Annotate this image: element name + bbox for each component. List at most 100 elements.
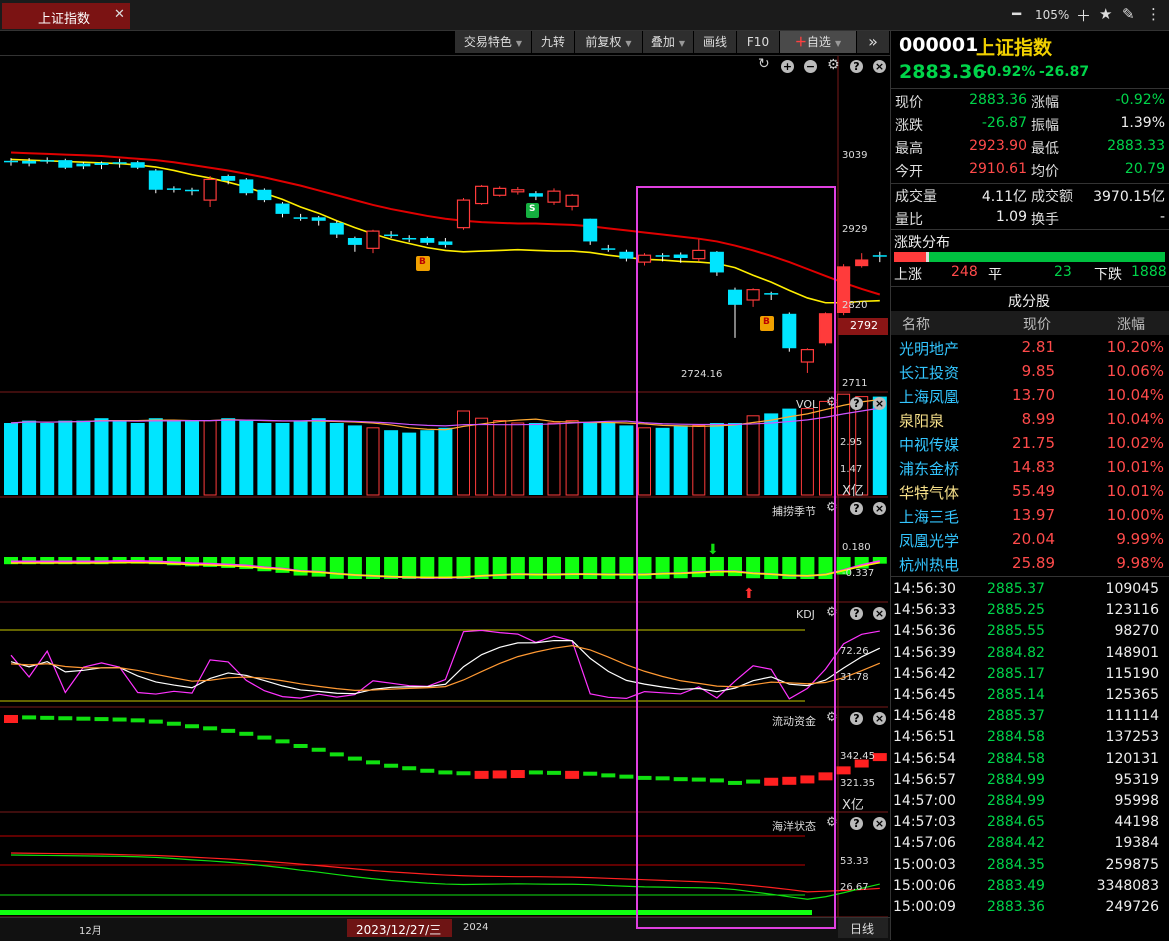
- stock-price: 8.99: [1021, 410, 1055, 428]
- refresh-icon[interactable]: ↻: [758, 56, 770, 72]
- zoom-in-chart-icon[interactable]: +: [781, 60, 794, 73]
- stock-pct: 10.20%: [1106, 338, 1164, 356]
- close-panel-icon[interactable]: ×: [873, 502, 886, 515]
- liquidity-bar-down: [22, 715, 37, 720]
- candle-body-up: [511, 189, 525, 193]
- stock-pct: 10.04%: [1106, 410, 1164, 428]
- adjust-button[interactable]: 前复权 ▼: [575, 31, 643, 53]
- field-label: 振幅: [1031, 118, 1059, 134]
- period-selector[interactable]: 日线: [838, 918, 888, 938]
- close-panel-icon[interactable]: ×: [873, 397, 886, 410]
- liquidity-bar-down: [203, 726, 218, 731]
- bushao-bar-down: [619, 557, 634, 579]
- help-icon[interactable]: ?: [850, 817, 863, 830]
- tick-price: 2885.14: [987, 687, 1045, 703]
- candle-body-down: [583, 218, 598, 242]
- constituent-row[interactable]: 杭州热电 25.89 9.98%: [891, 552, 1169, 575]
- volume-bar-down: [22, 420, 37, 495]
- help-icon[interactable]: ?: [850, 712, 863, 725]
- draw-line-button[interactable]: 画线: [694, 31, 737, 53]
- favorite-star-icon[interactable]: ★: [1099, 5, 1112, 23]
- constituent-row[interactable]: 中视传媒 21.75 10.02%: [891, 432, 1169, 455]
- stock-name: 华特气体: [899, 484, 960, 502]
- close-tab-icon[interactable]: ✕: [114, 7, 125, 22]
- stock-name: 凤凰光学: [899, 532, 960, 550]
- zoom-out-icon[interactable]: ━: [1012, 5, 1021, 23]
- tick-row: 15:00:06 2883.49 3348083: [891, 877, 1169, 898]
- stock-name: 上证指数: [976, 37, 1053, 59]
- overlay-button[interactable]: 叠加 ▼: [643, 31, 694, 53]
- tick-row: 14:56:51 2884.58 137253: [891, 728, 1169, 749]
- candle-body-down: [130, 162, 145, 168]
- tick-time: 14:57:03: [893, 814, 956, 831]
- liquidity-bar-down: [112, 717, 127, 722]
- constituent-row[interactable]: 长江投资 9.85 10.06%: [891, 360, 1169, 383]
- constituent-row[interactable]: 凤凰光学 20.04 9.99%: [891, 528, 1169, 551]
- liquidity-unit: X亿: [842, 798, 864, 813]
- tick-price: 2885.25: [987, 602, 1045, 619]
- tick-time: 14:56:42: [893, 665, 956, 682]
- menu-more-icon[interactable]: ⋮: [1146, 5, 1161, 23]
- zoom-in-icon[interactable]: ＋: [1076, 5, 1091, 26]
- liquidity-bar-down: [528, 770, 543, 775]
- pen-icon[interactable]: ✎: [1122, 5, 1135, 23]
- constituent-row[interactable]: 华特气体 55.49 10.01%: [891, 480, 1169, 503]
- tick-row: 14:56:36 2885.55 98270: [891, 622, 1169, 643]
- trade-feature-button[interactable]: 交易特色 ▼: [455, 31, 532, 53]
- stock-pct: 9.98%: [1116, 554, 1164, 572]
- field-label: 涨跌: [895, 118, 923, 134]
- current-price-tag: 2792: [838, 318, 888, 335]
- tick-price: 2883.49: [987, 877, 1045, 894]
- tick-price: 2884.82: [987, 644, 1045, 661]
- constituent-row[interactable]: 浦东金桥 14.83 10.01%: [891, 456, 1169, 479]
- nine-turn-button[interactable]: 九转: [532, 31, 575, 53]
- close-panel-icon[interactable]: ×: [873, 607, 886, 620]
- col-name[interactable]: 名称: [902, 314, 930, 334]
- close-panel-icon[interactable]: ×: [873, 817, 886, 830]
- field-value: 2910.61: [969, 161, 1027, 177]
- col-pct[interactable]: 涨幅: [1117, 314, 1145, 334]
- col-price[interactable]: 现价: [1023, 314, 1051, 334]
- stock-name: 浦东金桥: [899, 460, 960, 478]
- bushao-bar-down: [456, 557, 471, 579]
- constituent-row[interactable]: 泉阳泉 8.99 10.04%: [891, 408, 1169, 431]
- tick-time: 14:56:54: [893, 750, 956, 767]
- liquidity-bar-down: [329, 752, 344, 757]
- volume-bar-up: [366, 427, 380, 496]
- liquidity-bar-down: [221, 728, 236, 733]
- expand-panel-button[interactable]: »: [857, 31, 890, 53]
- constituent-row[interactable]: 光明地产 2.81 10.20%: [891, 336, 1169, 359]
- constituent-row[interactable]: 上海三毛 13.97 10.00%: [891, 504, 1169, 527]
- kdj-axis-tick: 72.26: [840, 646, 869, 657]
- field-value: 1.39%: [1120, 115, 1165, 131]
- tick-volume: 249726: [1105, 899, 1159, 915]
- help-icon[interactable]: ?: [850, 607, 863, 620]
- tick-volume: 111114: [1105, 708, 1159, 725]
- help-icon[interactable]: ?: [850, 60, 863, 73]
- field-label: 现价: [895, 95, 923, 111]
- volume-bar-down: [384, 430, 399, 495]
- flat-count: 23: [1054, 264, 1072, 280]
- constituent-row[interactable]: 上海凤凰 13.70 10.04%: [891, 384, 1169, 407]
- f10-button[interactable]: F10: [737, 31, 780, 53]
- candle-body-down: [40, 160, 55, 162]
- help-icon[interactable]: ?: [850, 502, 863, 515]
- tick-price: 2884.65: [987, 814, 1045, 831]
- tab-shanghai-index[interactable]: 上证指数 ✕: [2, 3, 130, 29]
- stock-price: 55.49: [1012, 482, 1055, 500]
- zoom-out-chart-icon[interactable]: −: [804, 60, 817, 73]
- add-watchlist-button[interactable]: ＋自选 ▼: [780, 31, 857, 53]
- kdj-axis-tick: 31.78: [840, 672, 869, 683]
- tick-time: 14:57:06: [893, 835, 956, 852]
- quote-field-row: 涨跌 -26.87 振幅 1.39%: [891, 112, 1169, 135]
- help-icon[interactable]: ?: [850, 397, 863, 410]
- tick-volume: 19384: [1114, 835, 1159, 852]
- close-panel-icon[interactable]: ×: [873, 60, 886, 73]
- settings-gear-icon[interactable]: ⚙: [827, 57, 840, 73]
- liquidity-bar-down: [40, 715, 55, 720]
- sell-signal-marker: S: [526, 203, 539, 218]
- distribution-title: 涨跌分布: [894, 235, 950, 251]
- candle-body-down: [58, 160, 73, 168]
- bushao-axis-tick: 0.180: [842, 542, 871, 553]
- close-panel-icon[interactable]: ×: [873, 712, 886, 725]
